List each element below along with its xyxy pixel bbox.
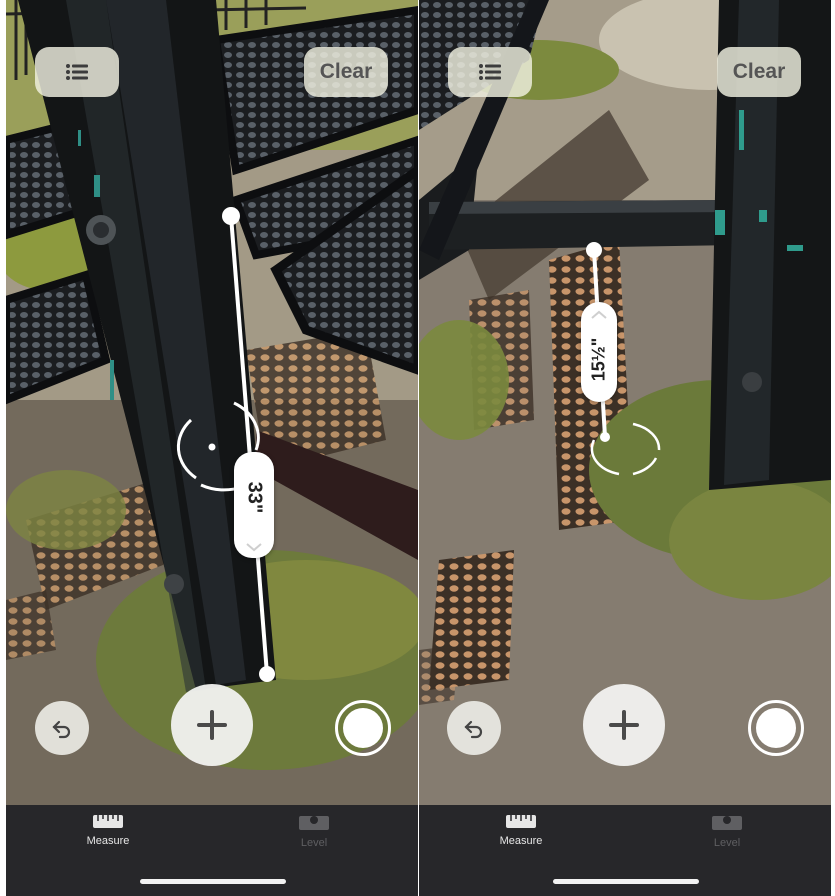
add-point-button[interactable] — [171, 684, 253, 766]
level-icon — [712, 816, 742, 830]
measure-start-point — [222, 207, 240, 225]
undo-button[interactable] — [447, 701, 501, 755]
clear-button[interactable]: Clear — [717, 47, 801, 97]
plus-icon — [197, 710, 227, 740]
list-icon — [479, 64, 501, 80]
tab-level[interactable]: Level — [264, 815, 364, 849]
measurement-label[interactable]: 15½" — [581, 302, 617, 402]
measure-screen-right: Clear 15½" Measure Level — [419, 0, 831, 896]
measure-screen-left: Clear 33" Measure Level — [6, 0, 418, 896]
level-icon — [299, 816, 329, 830]
undo-icon — [464, 720, 483, 739]
shutter-icon — [343, 708, 383, 748]
measure-end-point — [600, 432, 610, 442]
shutter-icon — [756, 708, 796, 748]
capture-button[interactable] — [748, 700, 804, 756]
measurement-label[interactable]: 33" — [234, 452, 274, 558]
clear-button[interactable]: Clear — [304, 47, 388, 97]
tab-level[interactable]: Level — [677, 815, 777, 849]
measure-start-point — [586, 242, 602, 258]
tab-bar: Measure Level — [419, 805, 831, 896]
measurement-value: 33" — [243, 481, 266, 513]
plus-icon — [609, 710, 639, 740]
tab-bar: Measure Level — [6, 805, 418, 896]
ruler-icon — [93, 815, 123, 828]
home-indicator — [553, 879, 699, 884]
chevron-down-icon — [246, 543, 262, 552]
add-point-button[interactable] — [583, 684, 665, 766]
chevron-up-icon — [591, 310, 607, 319]
undo-button[interactable] — [35, 701, 89, 755]
measurement-value: 15½" — [588, 337, 609, 381]
list-button[interactable] — [35, 47, 119, 97]
list-button[interactable] — [448, 47, 532, 97]
tab-measure[interactable]: Measure — [471, 815, 571, 847]
tab-measure[interactable]: Measure — [58, 815, 158, 847]
ruler-icon — [506, 815, 536, 828]
home-indicator — [140, 879, 286, 884]
capture-button[interactable] — [335, 700, 391, 756]
undo-icon — [52, 720, 71, 739]
measure-end-point — [259, 666, 275, 682]
list-icon — [66, 64, 88, 80]
